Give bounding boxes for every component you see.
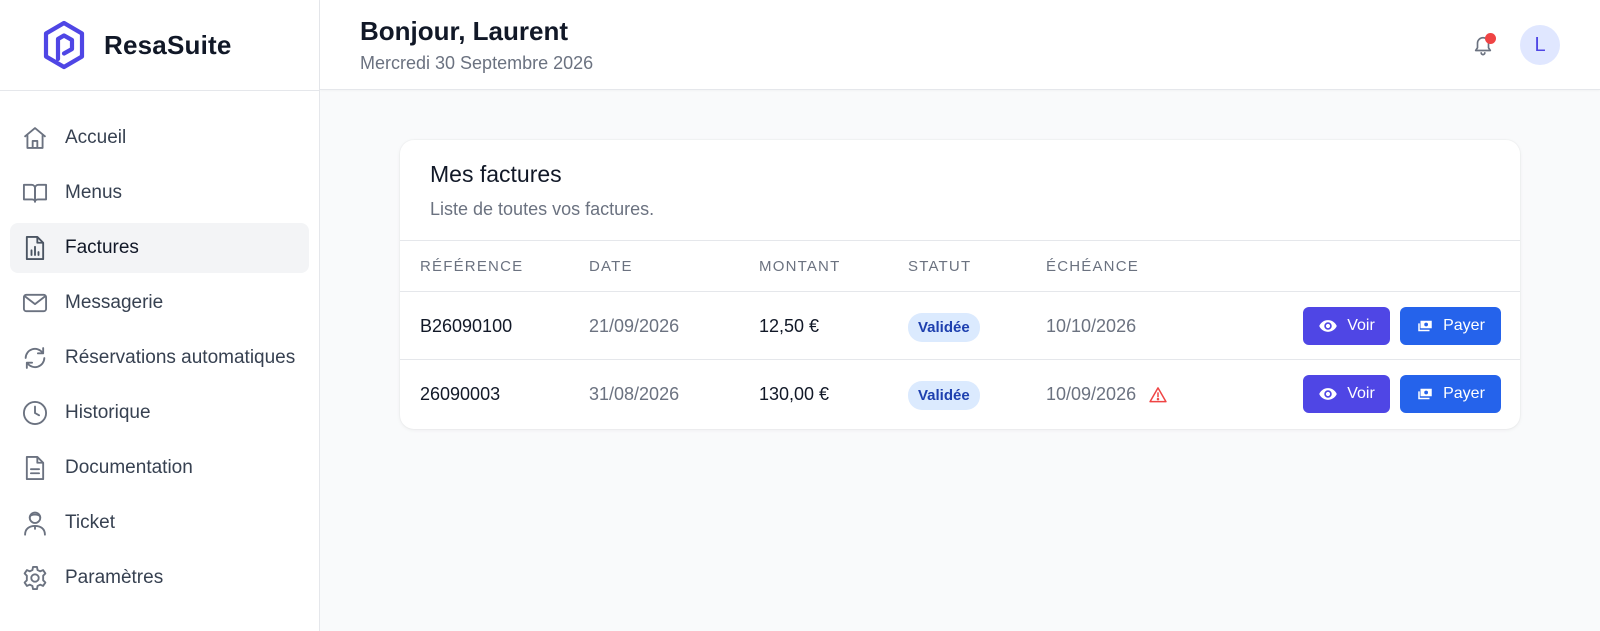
sidebar-item-label: Messagerie xyxy=(65,292,164,313)
gear-icon xyxy=(20,563,50,593)
sidebar-item-factures[interactable]: Factures xyxy=(10,223,309,273)
table-row: 26090003 31/08/2026 130,00 € Validée 10/… xyxy=(400,360,1520,428)
view-button-label: Voir xyxy=(1347,317,1375,334)
current-date: Mercredi 30 Septembre 2026 xyxy=(360,53,594,73)
view-invoice-button[interactable]: Voir xyxy=(1303,307,1390,345)
sidebar-item-label: Paramètres xyxy=(65,567,164,588)
notification-dot xyxy=(1485,33,1496,44)
greeting: Bonjour, Laurent xyxy=(360,16,568,46)
view-invoice-button[interactable]: Voir xyxy=(1303,375,1390,413)
invoice-reference: B26090100 xyxy=(420,316,513,336)
sidebar-item-messagerie[interactable]: Messagerie xyxy=(10,278,309,328)
sidebar-item-ticket[interactable]: Ticket xyxy=(10,498,309,548)
warning-icon xyxy=(1148,385,1168,405)
sidebar-item-label: Documentation xyxy=(65,457,193,478)
sidebar-item-label: Ticket xyxy=(65,512,115,533)
column-header-date: DATE xyxy=(589,258,633,275)
invoice-amount: 130,00 € xyxy=(759,384,830,404)
book-open-icon xyxy=(20,178,50,208)
avatar[interactable]: L xyxy=(1520,25,1560,65)
home-icon xyxy=(20,123,50,153)
sidebar-item-reservations-automatiques[interactable]: Réservations automatiques xyxy=(10,333,309,383)
table-row: B26090100 21/09/2026 12,50 € Validée 10/… xyxy=(400,292,1520,360)
due-date-text: 10/09/2026 xyxy=(1046,384,1137,404)
resasuite-logo-icon xyxy=(40,20,88,70)
refresh-icon xyxy=(20,343,50,373)
document-icon xyxy=(20,453,50,483)
eye-icon xyxy=(1318,384,1338,404)
invoice-due-date: 10/10/2026 xyxy=(1046,316,1136,337)
clock-icon xyxy=(20,398,50,428)
invoice-reference: 26090003 xyxy=(420,384,501,404)
view-button-label: Voir xyxy=(1347,385,1375,402)
eye-icon xyxy=(1318,316,1338,336)
column-header-reference: RÉFÉRENCE xyxy=(420,258,524,275)
invoice-date: 31/08/2026 xyxy=(589,384,680,404)
status-badge-cell: Validée xyxy=(908,381,980,410)
pay-invoice-button[interactable]: Payer xyxy=(1400,375,1501,413)
pay-invoice-button[interactable]: Payer xyxy=(1400,307,1501,345)
notifications-button[interactable] xyxy=(1468,30,1498,60)
sidebar-item-parametres[interactable]: Paramètres xyxy=(10,553,309,603)
sidebar-item-historique[interactable]: Historique xyxy=(10,388,309,438)
invoice-due-date: 10/09/2026 xyxy=(1046,384,1168,405)
mail-icon xyxy=(20,288,50,318)
status-badge-cell: Validée xyxy=(908,313,980,342)
sidebar-item-label: Menus xyxy=(65,182,123,203)
sidebar-item-accueil[interactable]: Accueil xyxy=(10,113,309,163)
sidebar-item-label: Accueil xyxy=(65,127,127,148)
brand[interactable]: ResaSuite xyxy=(0,0,319,91)
status-badge: Validée xyxy=(908,381,980,410)
invoice-date: 21/09/2026 xyxy=(589,316,680,336)
table-header: RÉFÉRENCE DATE MONTANT STATUT ÉCHÉANCE xyxy=(400,241,1520,292)
due-date-text: 10/10/2026 xyxy=(1046,316,1137,336)
sidebar: ResaSuite Accueil Menus Factures Message… xyxy=(0,0,320,631)
chart-document-icon xyxy=(20,233,50,263)
support-agent-icon xyxy=(20,508,50,538)
cash-icon xyxy=(1416,317,1434,335)
sidebar-item-menus[interactable]: Menus xyxy=(10,168,309,218)
sidebar-item-label: Factures xyxy=(65,237,139,258)
invoices-card: Mes factures Liste de toutes vos facture… xyxy=(400,140,1520,429)
column-header-status: STATUT xyxy=(908,258,972,275)
brand-name: ResaSuite xyxy=(104,29,232,60)
pay-button-label: Payer xyxy=(1443,317,1485,334)
sidebar-nav: Accueil Menus Factures Messagerie Réserv… xyxy=(0,91,319,603)
sidebar-item-documentation[interactable]: Documentation xyxy=(10,443,309,493)
invoice-amount: 12,50 € xyxy=(759,316,820,336)
card-header: Mes factures Liste de toutes vos facture… xyxy=(400,140,1520,241)
column-header-amount: MONTANT xyxy=(759,258,841,275)
status-badge: Validée xyxy=(908,313,980,342)
cash-icon xyxy=(1416,385,1434,403)
pay-button-label: Payer xyxy=(1443,385,1485,402)
sidebar-item-label: Réservations automatiques xyxy=(65,347,296,368)
page-subtitle: Liste de toutes vos factures. xyxy=(430,199,655,219)
page-title: Mes factures xyxy=(430,161,562,187)
column-header-due: ÉCHÉANCE xyxy=(1046,258,1139,275)
sidebar-item-label: Historique xyxy=(65,402,151,423)
top-header: Bonjour, Laurent Mercredi 30 Septembre 2… xyxy=(320,0,1600,90)
